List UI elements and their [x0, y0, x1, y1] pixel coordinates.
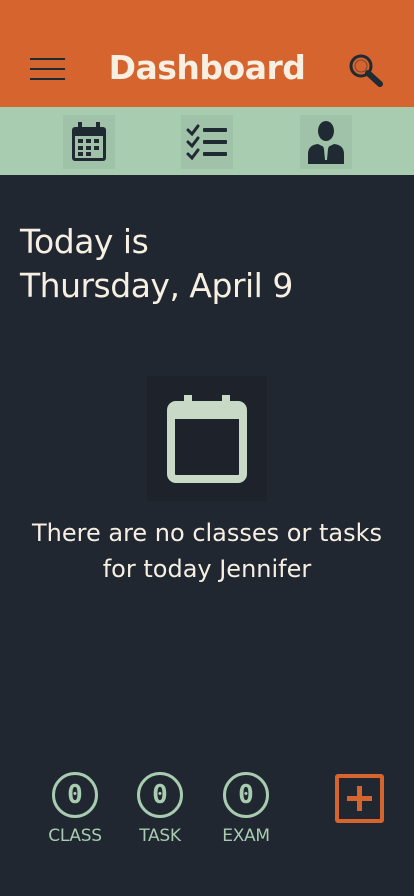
exam-label: EXAM [222, 826, 270, 846]
class-counter[interactable]: 0 CLASS [40, 772, 110, 846]
date-line-2: Thursday, April 9 [20, 266, 293, 305]
class-label: CLASS [48, 826, 102, 846]
add-icon[interactable] [335, 774, 384, 823]
task-label: TASK [139, 826, 181, 846]
empty-state-message: There are no classes or tasks for today … [31, 519, 382, 583]
calendar-empty-icon [147, 376, 267, 501]
task-count: 0 [137, 772, 183, 818]
task-counter[interactable]: 0 TASK [125, 772, 195, 846]
today-date-heading: Today is Thursday, April 9 [20, 220, 400, 308]
search-icon[interactable] [348, 53, 384, 87]
checklist-icon[interactable] [181, 115, 233, 169]
date-line-1: Today is [20, 222, 149, 261]
app-header: Dashboard [0, 0, 414, 107]
calendar-icon[interactable] [63, 115, 115, 169]
quick-nav-bar [0, 107, 414, 175]
profile-icon[interactable] [300, 115, 352, 169]
exam-counter[interactable]: 0 EXAM [211, 772, 281, 846]
class-count: 0 [52, 772, 98, 818]
exam-count: 0 [223, 772, 269, 818]
